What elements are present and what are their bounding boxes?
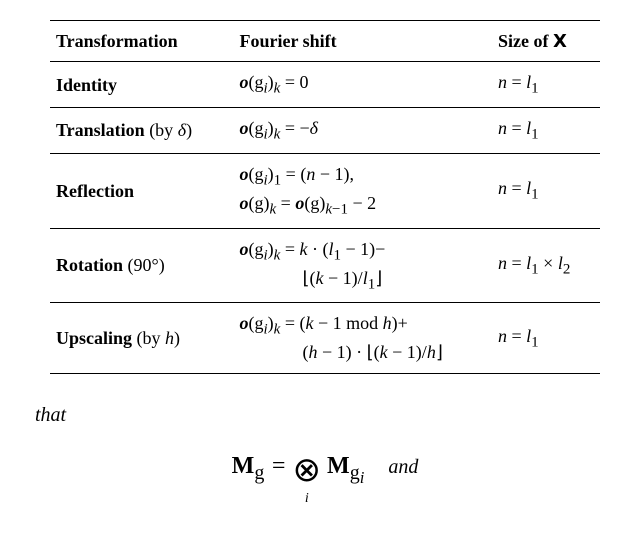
cell-transformation: Reflection bbox=[50, 153, 232, 228]
cell-fourier-shift: o(gi)k = k · (l1 − 1)− ⌊(k − 1)/l1⌋ bbox=[232, 228, 491, 303]
table-row: Identity o(gi)k = 0 n = l1 bbox=[50, 62, 600, 108]
header-fourier-shift: Fourier shift bbox=[232, 21, 491, 62]
cell-size: n = l1 bbox=[490, 303, 600, 373]
table-header-row: Transformation Fourier shift Size of 𝗫 bbox=[50, 21, 600, 62]
cell-fourier-shift: o(gi)k = 0 bbox=[232, 62, 491, 108]
header-size: Size of 𝗫 bbox=[490, 21, 600, 62]
table-bottom-rule bbox=[50, 373, 600, 374]
header-transformation: Transformation bbox=[50, 21, 232, 62]
equation-tensor-product: Mg = ⊗i Mgiand bbox=[50, 453, 600, 489]
cell-transformation: Translation (by δ) bbox=[50, 108, 232, 154]
table-row: Reflection o(gi)1 = (n − 1),o(g)k = o(g)… bbox=[50, 153, 600, 228]
cell-fourier-shift: o(gi)k = −δ bbox=[232, 108, 491, 154]
page: Transformation Fourier shift Size of 𝗫 I… bbox=[0, 0, 640, 518]
cell-size: n = l1 bbox=[490, 153, 600, 228]
cell-transformation: Rotation (90°) bbox=[50, 228, 232, 303]
cell-fourier-shift: o(gi)k = (k − 1 mod h)+ (h − 1) · ⌊(k − … bbox=[232, 303, 491, 373]
cell-fourier-shift: o(gi)1 = (n − 1),o(g)k = o(g)k−1 − 2 bbox=[232, 153, 491, 228]
table-row: Translation (by δ) o(gi)k = −δ n = l1 bbox=[50, 108, 600, 154]
cell-transformation: Identity bbox=[50, 62, 232, 108]
text-that: that bbox=[35, 404, 600, 427]
table-row: Rotation (90°) o(gi)k = k · (l1 − 1)− ⌊(… bbox=[50, 228, 600, 303]
cell-size: n = l1 bbox=[490, 108, 600, 154]
transformations-table: Transformation Fourier shift Size of 𝗫 I… bbox=[50, 20, 600, 374]
cell-transformation: Upscaling (by h) bbox=[50, 303, 232, 373]
table-row: Upscaling (by h) o(gi)k = (k − 1 mod h)+… bbox=[50, 303, 600, 373]
cell-size: n = l1 × l2 bbox=[490, 228, 600, 303]
cell-size: n = l1 bbox=[490, 62, 600, 108]
